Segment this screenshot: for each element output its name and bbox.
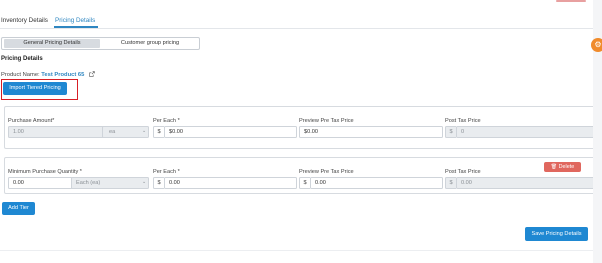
save-pricing-details-button[interactable]: Save Pricing Details xyxy=(525,227,588,241)
delete-label: Delete xyxy=(558,164,575,170)
preview-pre-tax-input: $0.00 xyxy=(299,126,443,138)
top-status-bar xyxy=(556,0,586,2)
currency-addon: $ xyxy=(299,177,310,189)
product-name-label: Product Name: xyxy=(1,72,40,78)
pricing-panel: Inventory Details Pricing Details Genera… xyxy=(0,0,599,263)
currency-addon: $ xyxy=(445,177,456,189)
post-tax-input: 0 xyxy=(456,126,597,138)
chevron-down-icon: ⌄ xyxy=(142,179,147,185)
currency-addon: $ xyxy=(153,177,164,189)
toggle-general-pricing[interactable]: General Pricing Details xyxy=(4,39,100,48)
settings-icon[interactable]: ⚙ xyxy=(591,38,602,52)
per-each-label: Per Each * xyxy=(153,118,180,124)
min-purchase-qty-input[interactable]: 0.00 xyxy=(8,177,74,189)
per-each-input[interactable]: $0.00 xyxy=(164,126,297,138)
tier-per-each-label: Per Each * xyxy=(153,169,180,175)
external-link-icon[interactable] xyxy=(89,71,95,77)
tier-preview-pre-tax-label: Preview Pre Tax Price xyxy=(299,169,354,175)
pricing-mode-toggle: General Pricing Details Customer group p… xyxy=(1,37,200,50)
product-name-row: Product Name: Test Product 65 xyxy=(1,71,95,78)
tier-unit-select[interactable]: Each (ea) xyxy=(71,177,149,189)
tier-preview-pre-tax-input: 0.00 xyxy=(310,177,443,189)
base-price-card: Purchase Amount* 1.00 ea ⌄ Per Each * $ … xyxy=(4,106,599,149)
tab-inventory-details[interactable]: Inventory Details xyxy=(1,17,48,24)
tier-per-each-input[interactable]: 0.00 xyxy=(164,177,297,189)
unit-select-value: ea xyxy=(109,129,116,135)
purchase-amount-input: 1.00 xyxy=(8,126,105,138)
add-tier-button[interactable]: Add Tier xyxy=(2,202,35,215)
tier-card: Minimum Purchase Quantity * 0.00 Each (e… xyxy=(4,157,599,194)
section-title: Pricing Details xyxy=(1,56,43,62)
tier-unit-select-value: Each (ea) xyxy=(76,180,101,186)
import-tiered-pricing-button[interactable]: Import Tiered Pricing xyxy=(3,82,67,95)
bottom-divider xyxy=(0,250,593,251)
chevron-down-icon: ⌄ xyxy=(142,128,147,134)
currency-addon: $ xyxy=(153,126,164,138)
currency-addon: $ xyxy=(445,126,456,138)
purchase-amount-label: Purchase Amount* xyxy=(8,118,55,124)
post-tax-label: Post Tax Price xyxy=(445,118,481,124)
min-purchase-qty-label: Minimum Purchase Quantity * xyxy=(8,169,82,175)
delete-tier-button[interactable]: 🗑 Delete xyxy=(544,162,581,172)
product-name-link[interactable]: Test Product 65 xyxy=(41,72,84,78)
tab-divider xyxy=(0,28,593,29)
tab-pricing-details[interactable]: Pricing Details xyxy=(55,17,95,24)
trash-icon: 🗑 xyxy=(550,164,558,170)
toggle-customer-group-pricing[interactable]: Customer group pricing xyxy=(102,39,198,48)
tier-post-tax-input: 0.00 xyxy=(456,177,597,189)
tier-post-tax-label: Post Tax Price xyxy=(445,169,481,175)
preview-pre-tax-label: Preview Pre Tax Price xyxy=(299,118,354,124)
